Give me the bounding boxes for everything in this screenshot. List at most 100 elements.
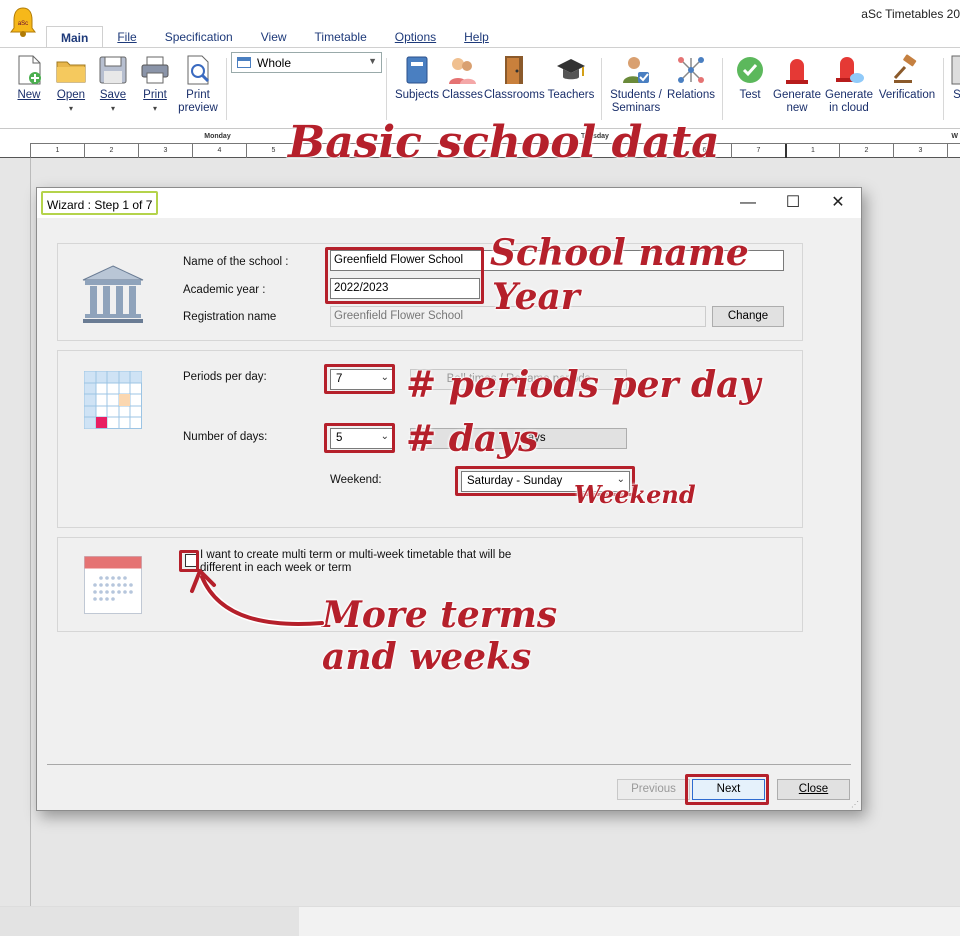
teachers-label: Teachers (547, 89, 595, 101)
new-label: New (17, 89, 41, 101)
menu-tab-view[interactable]: View (247, 26, 301, 48)
registration-name-label: Registration name (183, 311, 277, 323)
app-window: { "app": {"title": "aSc Timetables 20"},… (0, 0, 960, 936)
annotation-box-periods (324, 364, 395, 394)
menu-tab-main[interactable]: Main (46, 26, 104, 48)
school-name-label: Name of the school : (183, 256, 289, 268)
view-combo[interactable]: Whole ▼ (231, 52, 382, 73)
students-seminars-button[interactable]: Students / Seminars (606, 54, 666, 115)
day-header-wednesday: W (785, 130, 960, 144)
menu-bar: Main File Specification View Timetable O… (46, 26, 503, 48)
print-preview-label-1: Print (186, 89, 210, 101)
relations-button[interactable]: Relations (666, 54, 716, 102)
print-button[interactable]: Print ▾ (137, 54, 173, 115)
close-window-button[interactable]: ✕ (815, 188, 861, 218)
generate-cloud-label-1: Generate (825, 89, 873, 101)
dialog-titlebar: Wizard : Step 1 of 7 — ☐ ✕ (37, 188, 861, 218)
printer-icon (141, 56, 169, 84)
annotation-box-school (325, 247, 484, 304)
print-preview-label-2: preview (178, 102, 218, 114)
ribbon-separator (226, 58, 227, 120)
menu-tab-options[interactable]: Options (381, 26, 450, 48)
number-of-days-label: Number of days: (183, 431, 268, 443)
generate-cloud-button[interactable]: Generate in cloud (824, 54, 874, 115)
minimize-button[interactable]: — (725, 188, 771, 218)
status-bar (0, 906, 960, 936)
maximize-button[interactable]: ☐ (770, 188, 816, 218)
classes-button[interactable]: Classes (442, 54, 483, 102)
siren-icon (786, 59, 808, 84)
students-icon (449, 58, 476, 84)
annotation-periods: # periods per day (405, 364, 761, 407)
student-check-icon (623, 57, 649, 83)
ribbon-separator (943, 58, 944, 120)
print-preview-icon (187, 55, 210, 85)
app-logo-bell-icon: aSc (10, 7, 36, 37)
annotation-arrow (190, 569, 326, 628)
period-cell: 1 (785, 144, 839, 158)
period-cell: 3 (893, 144, 947, 158)
annotation-box-next (685, 774, 769, 805)
truncated-ribbon-button[interactable]: S (950, 54, 960, 102)
classrooms-label: Classrooms (484, 89, 545, 101)
annotation-more-terms: More terms and weeks (321, 594, 558, 679)
folder-icon (56, 61, 86, 83)
classrooms-button[interactable]: Classrooms (484, 54, 545, 102)
chevron-down-icon: ▼ (368, 56, 377, 66)
truncated-label: S (953, 89, 960, 101)
annotation-school-name: School name (490, 232, 750, 275)
relations-label: Relations (667, 89, 715, 101)
print-preview-button[interactable]: Print preview (176, 54, 220, 115)
menu-tab-file[interactable]: File (103, 26, 150, 48)
teachers-button[interactable]: Teachers (546, 54, 596, 102)
menu-tab-help[interactable]: Help (450, 26, 503, 48)
period-cell: 2 (839, 144, 893, 158)
dialog-title: Wizard : Step 1 of 7 (41, 191, 159, 215)
periods-per-day-label: Periods per day: (183, 371, 267, 383)
multi-term-text-line-1: I want to create multi term or multi-wee… (200, 549, 512, 561)
annotation-headline: Basic school data (288, 117, 721, 169)
dialog-divider (47, 764, 851, 765)
document-icon (951, 55, 960, 85)
graduation-cap-icon (557, 59, 585, 80)
save-button[interactable]: Save ▾ (96, 54, 130, 115)
annotation-more-terms-line-1: More terms (321, 594, 558, 637)
verification-label: Verification (878, 89, 936, 101)
generate-new-label-2: new (786, 102, 808, 114)
siren-cloud-icon (836, 57, 864, 83)
print-label: Print (143, 89, 167, 101)
students-label-2: Seminars (611, 102, 661, 114)
open-button[interactable]: Open ▾ (53, 54, 89, 115)
open-label: Open (56, 89, 86, 101)
status-bar-left (0, 907, 299, 936)
view-combo-value: Whole (257, 56, 292, 70)
generate-new-button[interactable]: Generate new (771, 54, 823, 115)
test-button[interactable]: Test (732, 54, 768, 102)
close-button[interactable]: Close (777, 779, 850, 800)
students-label-1: Students / (610, 89, 662, 101)
test-label: Test (739, 89, 761, 101)
new-file-icon (18, 55, 41, 85)
check-badge-icon (737, 57, 763, 83)
new-button[interactable]: New (12, 54, 46, 102)
verification-button[interactable]: Verification (876, 54, 938, 102)
svg-text:aSc: aSc (18, 21, 28, 27)
generate-cloud-label-2: in cloud (829, 102, 869, 114)
menu-tab-specification[interactable]: Specification (151, 26, 247, 48)
annotation-days: # days (405, 418, 539, 461)
ribbon-separator (386, 58, 387, 120)
previous-button[interactable]: Previous (617, 779, 690, 800)
change-button[interactable]: Change (712, 306, 784, 327)
annotation-weekend: Weekend (574, 480, 697, 510)
gavel-icon (893, 54, 917, 83)
subjects-button[interactable]: Subjects (393, 54, 441, 102)
period-cell: 3 (138, 144, 192, 158)
school-building-icon (82, 265, 144, 323)
annotation-box-days (324, 423, 395, 453)
menu-tab-timetable[interactable]: Timetable (301, 26, 381, 48)
weekend-label: Weekend: (330, 474, 382, 486)
book-icon (406, 56, 428, 84)
annotation-more-terms-line-2: and weeks (321, 636, 532, 679)
resize-grip-icon[interactable]: ⋰ (851, 800, 859, 809)
period-cell: 1 (30, 144, 84, 158)
